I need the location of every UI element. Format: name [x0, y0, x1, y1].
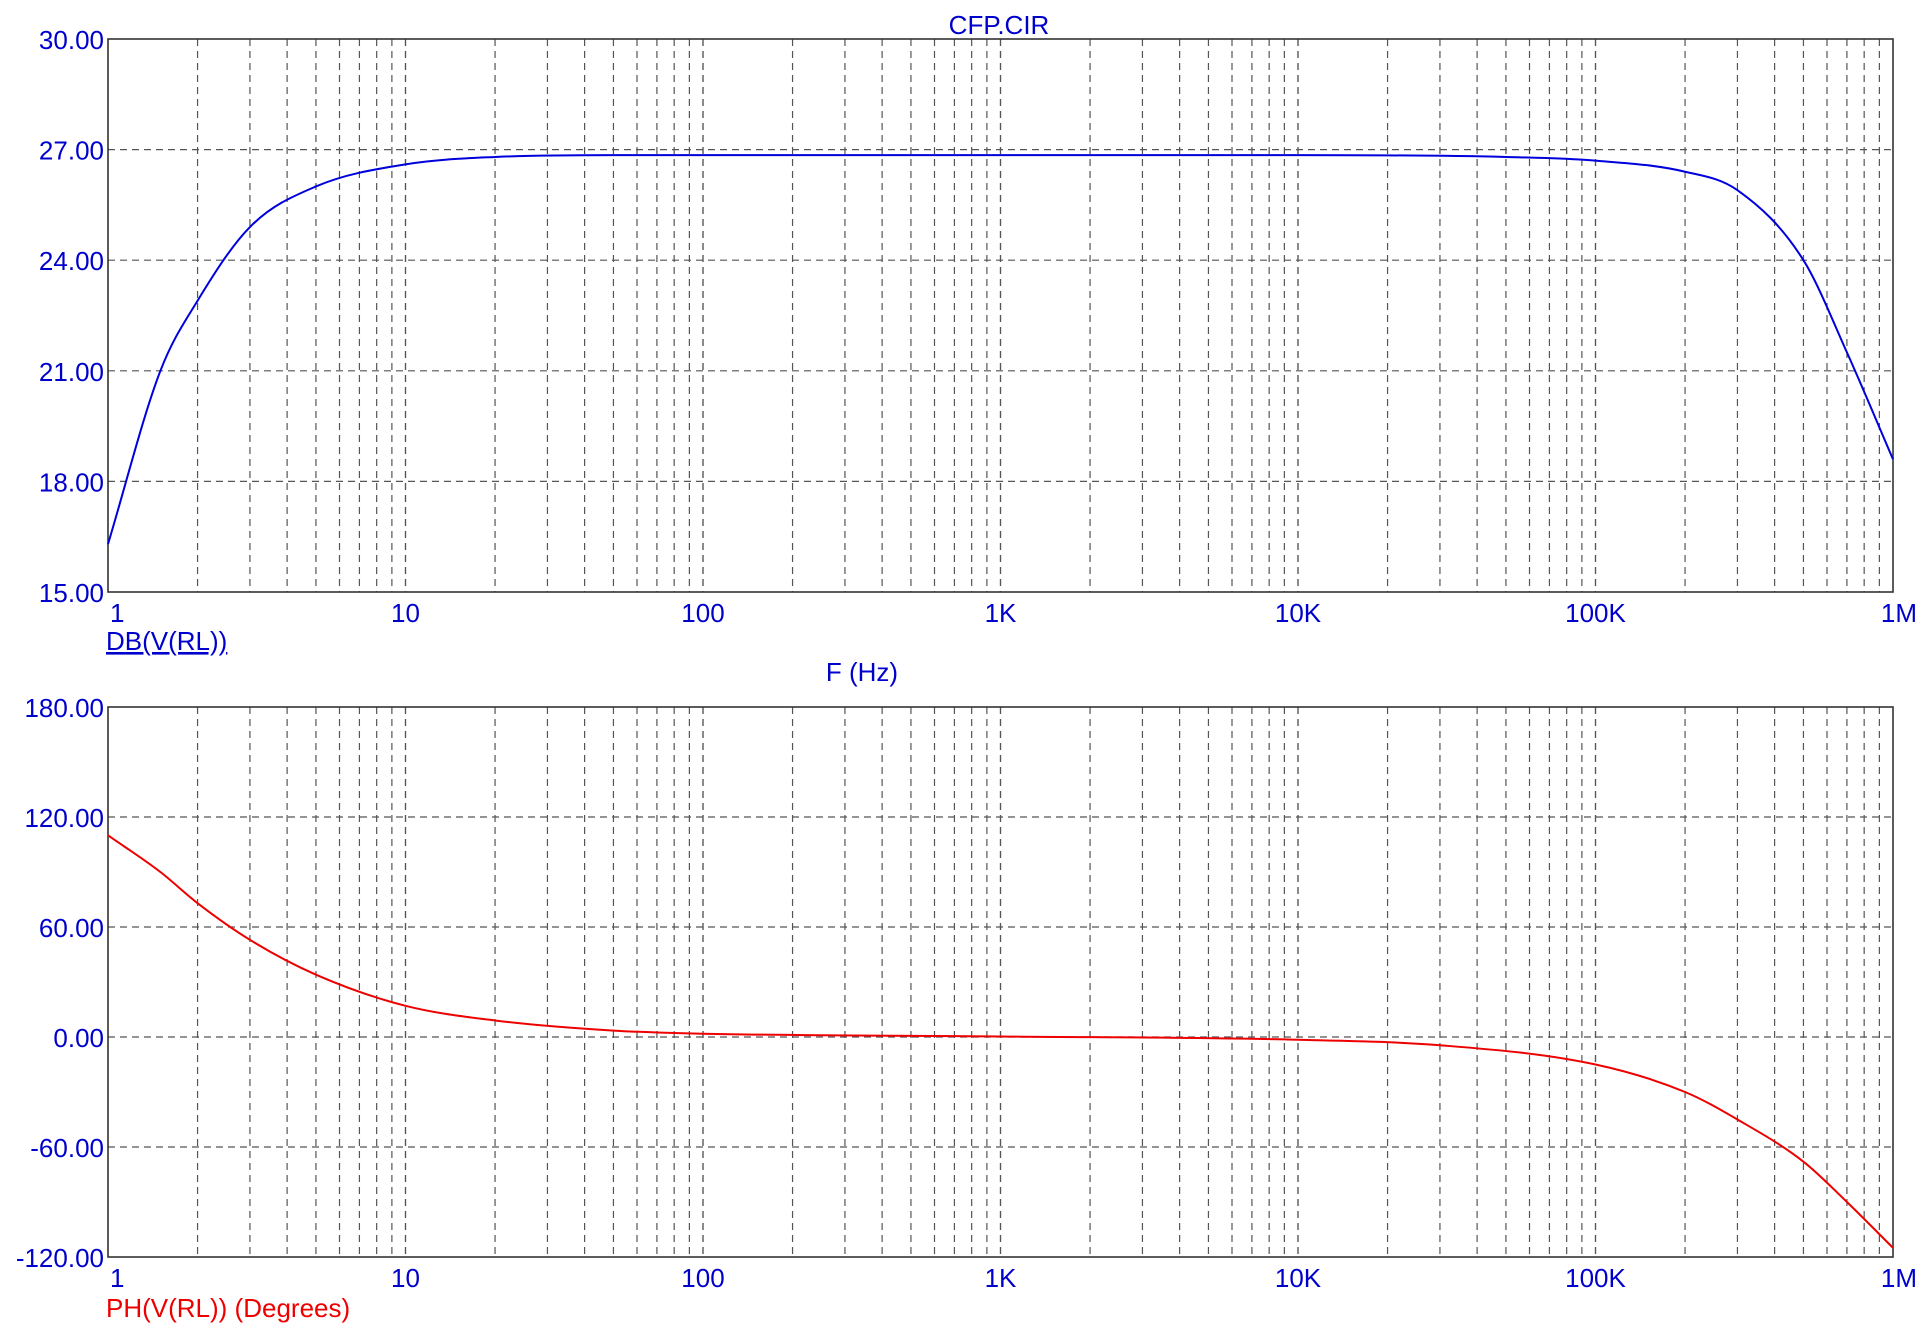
magnitude-y-tick-label: 21.00 [39, 357, 104, 387]
phase-x-tick-label: 10K [1275, 1263, 1322, 1293]
phase-y-tick-label: 180.00 [24, 693, 104, 723]
magnitude-x-tick-label: 100K [1565, 598, 1626, 628]
phase-y-tick-label: 120.00 [24, 803, 104, 833]
phase-panel: -120.00 -60.00 0.00 60.00 120.00 180.00 1 10 100… [16, 693, 1917, 1293]
phase-plot-frame [107, 706, 1894, 1258]
magnitude-x-tick-label: 100 [681, 598, 724, 628]
legend-magnitude: DB(V(RL)) [106, 626, 227, 656]
phase-y-tick-label: 0.00 [53, 1023, 104, 1053]
phase-x-tick-label: 10 [391, 1263, 420, 1293]
phase-series-line [107, 834, 1894, 1249]
magnitude-x-tick-label: 10K [1275, 598, 1322, 628]
phase-y-tick-label: 60.00 [39, 913, 104, 943]
magnitude-y-tick-label: 30.00 [39, 25, 104, 55]
magnitude-panel: 15.00 18.00 21.00 24.00 27.00 30.00 1 10 100 1K 10… [39, 25, 1917, 628]
magnitude-x-tick-label: 1 [110, 598, 124, 628]
magnitude-grid [108, 39, 1893, 592]
bode-plot: CFP.CIR 15.0018.0021.0024.0027.0030.001 1… [16, 10, 1917, 1323]
magnitude-y-tick-label: 18.00 [39, 467, 104, 497]
phase-y-tick-label: -120.00 [16, 1243, 104, 1273]
magnitude-y-tick-label: 27.00 [39, 136, 104, 166]
phase-x-tick-label: 100K [1565, 1263, 1626, 1293]
phase-y-tick-label: -60.00 [30, 1133, 104, 1163]
phase-grid [108, 707, 1893, 1257]
magnitude-y-tick-label: 24.00 [39, 246, 104, 276]
magnitude-x-tick-label: 1M [1881, 598, 1917, 628]
phase-x-tick-label: 1K [985, 1263, 1017, 1293]
magnitude-y-tick-label: 15.00 [39, 578, 104, 608]
phase-x-tick-label: 1 [110, 1263, 124, 1293]
magnitude-x-tick-label: 1K [985, 598, 1017, 628]
phase-x-tick-label: 1M [1881, 1263, 1917, 1293]
magnitude-x-tick-label: 10 [391, 598, 420, 628]
chart-title: CFP.CIR [949, 10, 1050, 40]
phase-x-tick-label: 100 [681, 1263, 724, 1293]
x-axis-label-top: F (Hz) [826, 657, 898, 687]
legend-phase: PH(V(RL)) (Degrees) [106, 1293, 350, 1323]
